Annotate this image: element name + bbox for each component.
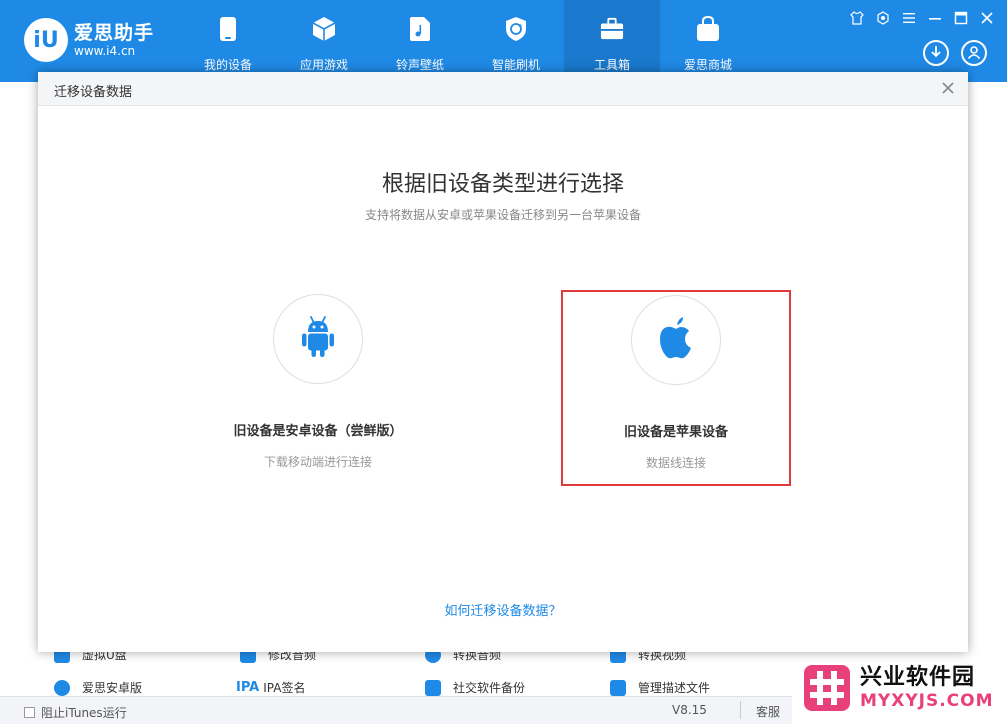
android-icon: [299, 315, 337, 363]
menu-icon[interactable]: [901, 10, 917, 26]
main-nav: 我的设备 应用游戏 铃声壁纸 智能刷机 工具箱 爱思商城: [180, 0, 756, 82]
option-android-subtitle: 下载移动端进行连接: [263, 455, 372, 469]
app-name: 爱思助手: [74, 21, 155, 44]
android-icon-circle: [273, 294, 363, 384]
window-close-icon[interactable]: [979, 10, 995, 26]
app-version: V8.15: [672, 703, 707, 717]
music-file-icon: [408, 16, 432, 42]
toolbox-icon: [600, 16, 624, 42]
refresh-shield-icon: [504, 16, 528, 42]
user-icon: [967, 44, 981, 63]
dialog-subheading: 支持将数据从安卓或苹果设备迁移到另一台苹果设备: [364, 208, 641, 222]
window-controls: [849, 10, 995, 26]
checkbox-box: [24, 707, 35, 718]
nav-item-store[interactable]: 爱思商城: [660, 0, 756, 82]
minimize-icon[interactable]: [927, 10, 943, 26]
watermark-en: MYXYJS.COM: [860, 691, 994, 711]
dialog-header: 迁移设备数据: [38, 72, 968, 106]
ipa-icon: IPA: [236, 679, 260, 695]
dialog-heading: 根据旧设备类型进行选择: [381, 172, 624, 197]
download-button[interactable]: [923, 40, 949, 66]
logo-badge: iU: [24, 18, 68, 62]
social-backup-icon: [425, 679, 441, 696]
apple-icon-circle: [631, 295, 721, 385]
tool-profile-manager[interactable]: 管理描述文件: [610, 679, 710, 696]
maximize-icon[interactable]: [953, 10, 969, 26]
customer-service-link[interactable]: 客服: [756, 703, 780, 720]
nav-item-apps-games[interactable]: 应用游戏: [276, 0, 372, 82]
tool-social-backup[interactable]: 社交软件备份: [425, 679, 525, 696]
user-account-button[interactable]: [961, 40, 987, 66]
settings-icon[interactable]: [875, 10, 891, 26]
watermark-cn: 兴业软件园: [860, 665, 976, 690]
nav-item-ringtones-wallpapers[interactable]: 铃声壁纸: [372, 0, 468, 82]
dialog-title: 迁移设备数据: [54, 85, 133, 100]
i4-android-icon: [54, 679, 70, 696]
shopping-bag-icon: [696, 16, 720, 42]
phone-icon: [216, 16, 240, 42]
skin-icon[interactable]: [849, 10, 865, 26]
nav-item-my-device[interactable]: 我的设备: [180, 0, 276, 82]
option-apple-subtitle: 数据线连接: [645, 456, 706, 470]
app-url: www.i4.cn: [74, 43, 136, 58]
download-icon: [930, 44, 942, 63]
migrate-data-dialog: 迁移设备数据 根据旧设备类型进行选择 支持将数据从安卓或苹果设备迁移到另一台苹果…: [38, 72, 968, 652]
top-header: iU 爱思助手 www.i4.cn 我的设备 应用游戏 铃声壁纸 智能刷机 工具…: [0, 0, 1007, 82]
apple-icon: [657, 316, 695, 364]
cube-icon: [312, 16, 336, 42]
option-android-device[interactable]: 旧设备是安卓设备（尝鲜版） 下载移动端进行连接: [203, 290, 433, 486]
how-to-migrate-link[interactable]: 如何迁移设备数据？: [38, 600, 968, 619]
tool-i4-android[interactable]: 爱思安卓版: [54, 679, 142, 696]
profile-file-icon: [610, 679, 626, 696]
tool-ipa-sign[interactable]: IPA IPA签名: [236, 679, 305, 696]
divider: [740, 701, 741, 719]
option-android-title: 旧设备是安卓设备（尝鲜版）: [233, 424, 403, 439]
app-logo: iU 爱思助手 www.i4.cn: [24, 18, 154, 62]
option-apple-title: 旧设备是苹果设备: [623, 425, 728, 440]
close-icon[interactable]: [938, 78, 958, 98]
site-watermark: 兴业软件园 MYXYJS.COM: [792, 652, 1007, 724]
watermark-logo: [804, 665, 850, 711]
option-apple-device[interactable]: 旧设备是苹果设备 数据线连接: [561, 290, 791, 486]
nav-item-toolbox[interactable]: 工具箱: [564, 0, 660, 82]
nav-item-smart-flash[interactable]: 智能刷机: [468, 0, 564, 82]
block-itunes-checkbox[interactable]: 阻止iTunes运行: [24, 704, 127, 721]
